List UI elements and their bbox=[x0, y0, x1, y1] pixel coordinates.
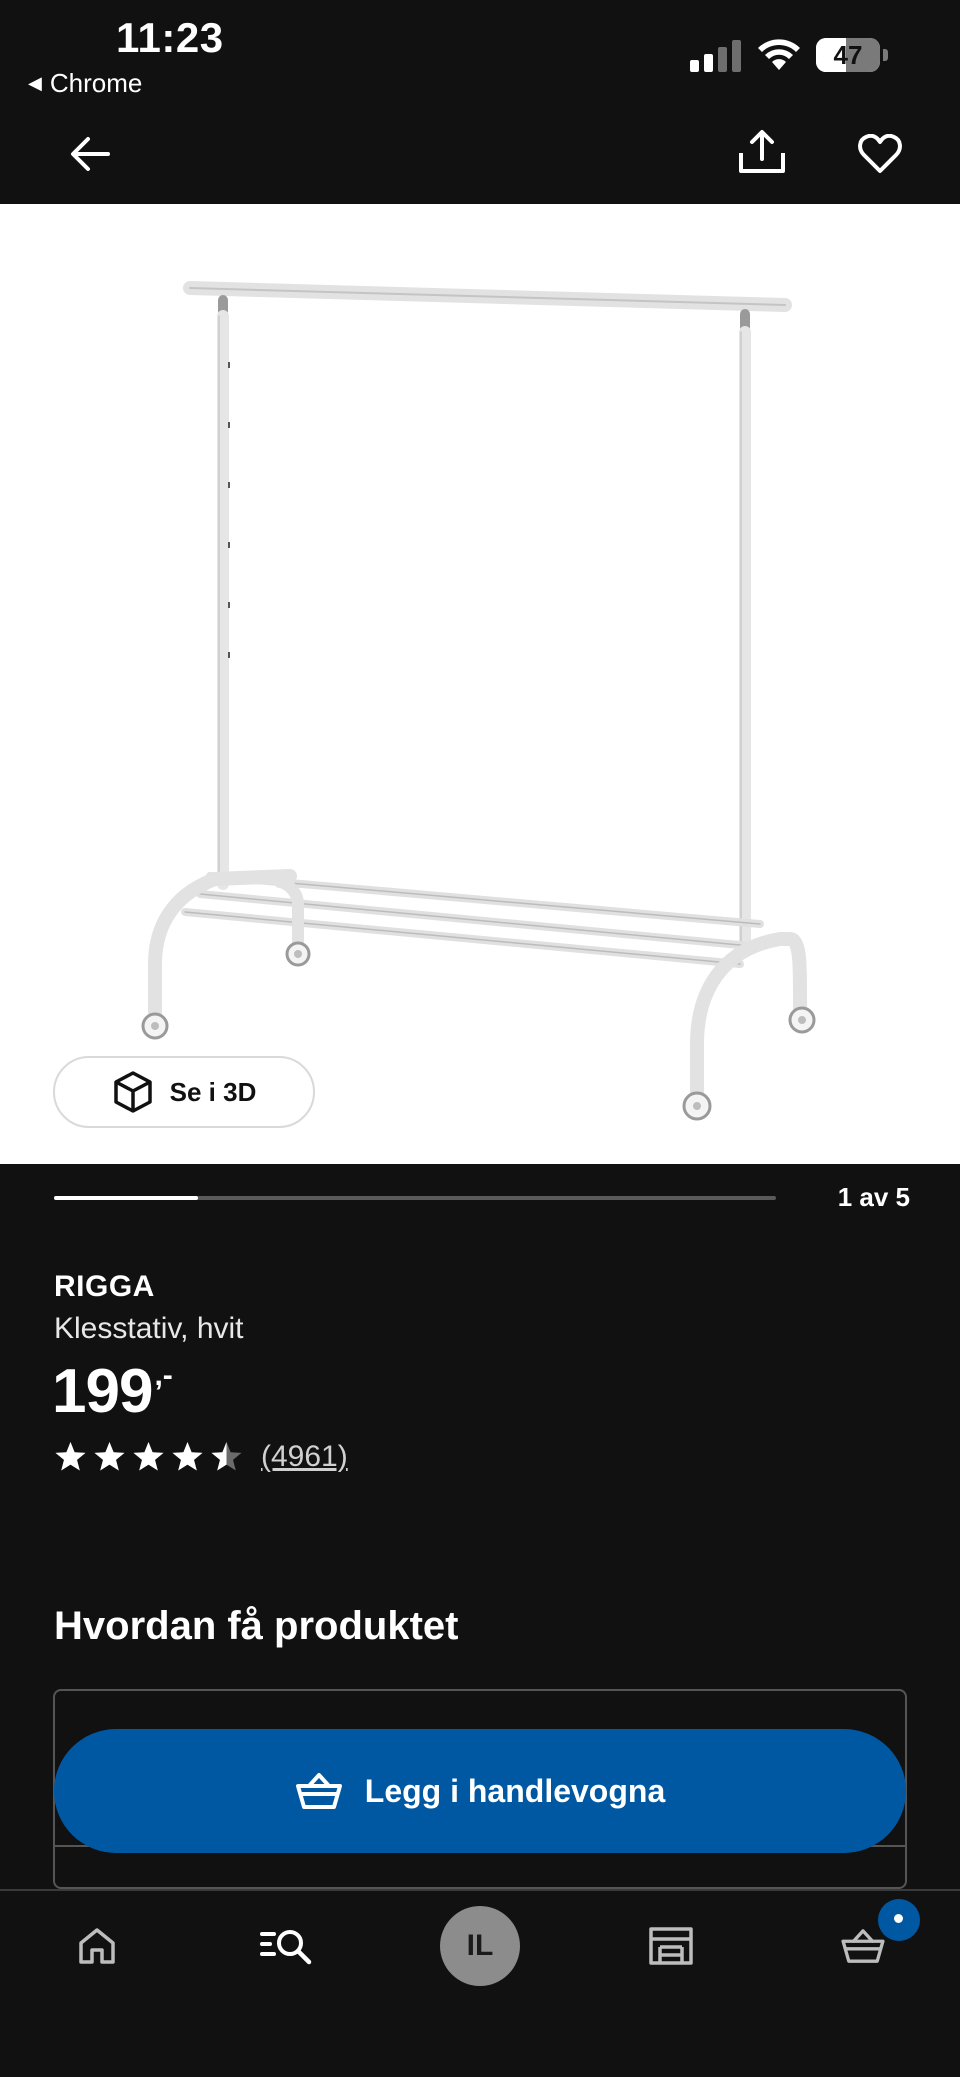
cart-badge bbox=[878, 1899, 920, 1941]
back-button[interactable] bbox=[60, 124, 120, 184]
profile-avatar: IL bbox=[440, 1906, 520, 1986]
gallery-page-indicator: 1 av 5 bbox=[837, 1182, 910, 1212]
back-to-app-link[interactable]: ◀ Chrome bbox=[28, 68, 142, 99]
how-to-get-title: Hvordan få produktet bbox=[54, 1604, 459, 1648]
rating-stars bbox=[54, 1441, 243, 1473]
cart-basket-icon bbox=[295, 1773, 342, 1809]
share-icon bbox=[739, 130, 785, 173]
product-header bbox=[0, 105, 960, 204]
back-arrow-icon bbox=[71, 137, 110, 171]
status-time: 11:23 bbox=[116, 14, 224, 61]
product-description: Klesstativ, hvit bbox=[54, 1312, 244, 1345]
back-triangle-icon: ◀ bbox=[28, 73, 42, 93]
add-to-cart-button[interactable]: Legg i handlevogna bbox=[54, 1729, 906, 1853]
review-count-link[interactable]: (4961) bbox=[261, 1440, 348, 1474]
price-integer: 199 bbox=[52, 1357, 153, 1426]
product-price: 199 ,- bbox=[52, 1356, 173, 1428]
search-list-icon bbox=[260, 1930, 312, 1965]
back-app-label: Chrome bbox=[49, 68, 143, 98]
heart-icon bbox=[858, 134, 902, 173]
product-rating[interactable]: (4961) bbox=[54, 1440, 348, 1474]
clothes-rack-illustration bbox=[141, 281, 816, 1121]
add-to-cart-label: Legg i handlevogna bbox=[364, 1772, 666, 1809]
product-name: RIGGA bbox=[54, 1270, 155, 1303]
tab-stores[interactable] bbox=[628, 1891, 714, 2001]
view-in-3d-button[interactable]: Se i 3D bbox=[53, 1056, 315, 1128]
3d-cube-icon bbox=[113, 1071, 152, 1113]
view-in-3d-label: Se i 3D bbox=[169, 1076, 257, 1107]
battery-icon: 47 bbox=[816, 38, 888, 72]
share-button[interactable] bbox=[732, 122, 792, 182]
gallery-progress-bar bbox=[54, 1196, 776, 1200]
cellular-signal-icon bbox=[690, 40, 741, 72]
rating-star-icon bbox=[172, 1442, 203, 1471]
battery-level: 47 bbox=[833, 40, 863, 70]
rating-star-icon bbox=[211, 1442, 242, 1471]
tab-search[interactable] bbox=[244, 1891, 330, 2001]
product-image[interactable]: Se i 3D bbox=[0, 204, 960, 1164]
tab-profile[interactable]: IL bbox=[436, 1891, 524, 2001]
store-icon bbox=[649, 1927, 693, 1965]
price-suffix: ,- bbox=[154, 1359, 173, 1392]
status-bar: 11:23 ◀ Chrome 47 bbox=[0, 0, 960, 105]
bottom-tab-bar: IL bbox=[0, 1889, 960, 2077]
home-icon bbox=[79, 1928, 115, 1964]
tab-home[interactable] bbox=[54, 1891, 140, 2001]
favourite-button[interactable] bbox=[850, 124, 910, 184]
wifi-icon bbox=[758, 39, 800, 70]
rating-star-icon bbox=[94, 1442, 125, 1471]
cart-badge-dot bbox=[894, 1914, 903, 1923]
gallery-progress-fill bbox=[54, 1196, 199, 1200]
rating-star-icon bbox=[55, 1442, 86, 1471]
cart-basket-icon bbox=[841, 1929, 885, 1963]
rating-star-icon bbox=[133, 1442, 164, 1471]
